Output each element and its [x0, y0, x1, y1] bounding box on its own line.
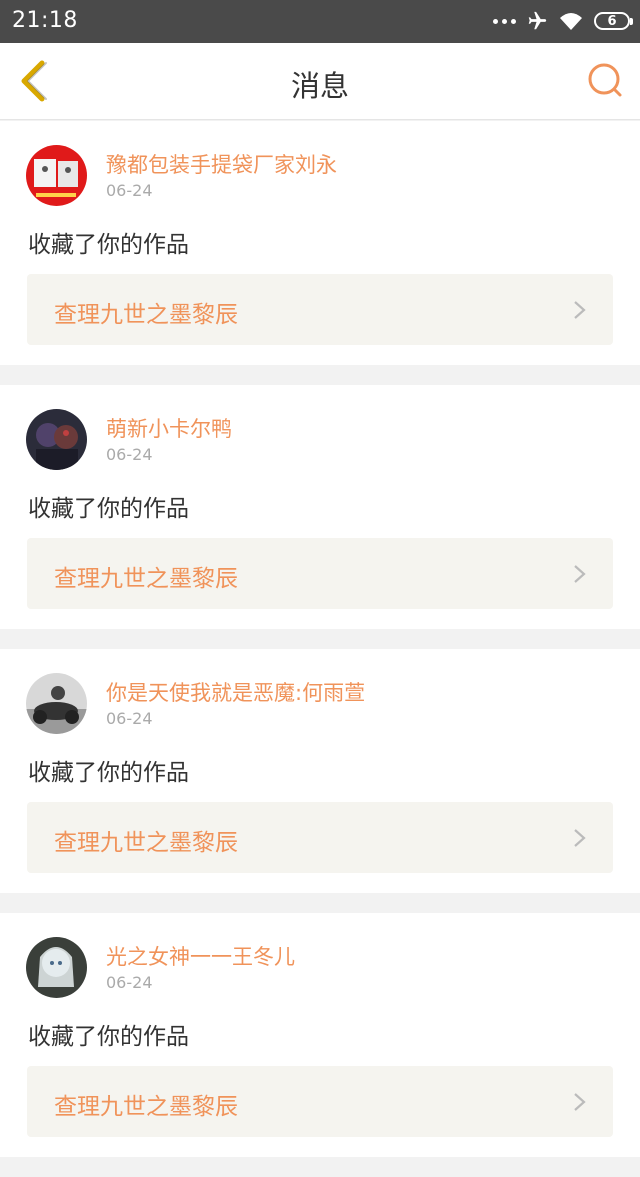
message-date: 06-24: [106, 709, 153, 728]
sender-name[interactable]: 你是天使我就是恶魔:何雨萱: [106, 677, 365, 707]
message-date: 06-24: [106, 973, 153, 992]
header: 消息: [0, 43, 640, 120]
message-action: 收藏了你的作品: [28, 496, 189, 522]
sender-name[interactable]: 萌新小卡尔鸭: [106, 413, 232, 443]
work-title: 查理九世之墨黎辰: [54, 830, 238, 856]
chevron-right-icon: [574, 565, 586, 583]
avatar[interactable]: [26, 145, 87, 206]
message-action: 收藏了你的作品: [28, 1024, 189, 1050]
chevron-right-icon: [574, 301, 586, 319]
battery-icon: 6: [594, 12, 633, 30]
message-card: 你是天使我就是恶魔:何雨萱 06-24 收藏了你的作品 查理九世之墨黎辰: [0, 649, 640, 893]
work-link[interactable]: 查理九世之墨黎辰: [27, 802, 613, 873]
sender-name[interactable]: 光之女神一一王冬儿: [106, 941, 295, 971]
avatar[interactable]: [26, 409, 87, 470]
status-icons: 6: [493, 9, 633, 33]
message-date: 06-24: [106, 445, 153, 464]
airplane-icon: [528, 11, 547, 30]
chevron-right-icon: [574, 1093, 586, 1111]
page-title: 消息: [290, 69, 349, 103]
avatar[interactable]: [26, 937, 87, 998]
avatar[interactable]: [26, 673, 87, 734]
sender-name[interactable]: 豫都包装手提袋厂家刘永: [106, 149, 337, 179]
chevron-right-icon: [574, 829, 586, 847]
work-link[interactable]: 查理九世之墨黎辰: [27, 274, 613, 345]
work-title: 查理九世之墨黎辰: [54, 1094, 238, 1120]
wifi-icon: [560, 13, 582, 30]
message-action: 收藏了你的作品: [28, 760, 189, 786]
more-dots-icon: [493, 18, 516, 24]
work-link[interactable]: 查理九世之墨黎辰: [27, 538, 613, 609]
status-bar: 21:18 6: [0, 0, 640, 43]
message-action: 收藏了你的作品: [28, 232, 189, 258]
message-card: 萌新小卡尔鸭 06-24 收藏了你的作品 查理九世之墨黎辰: [0, 385, 640, 629]
message-date: 06-24: [106, 181, 153, 200]
work-title: 查理九世之墨黎辰: [54, 566, 238, 592]
message-list: 豫都包装手提袋厂家刘永 06-24 收藏了你的作品 查理九世之墨黎辰 萌新小卡尔…: [0, 121, 640, 1177]
status-time: 21:18: [12, 8, 78, 33]
search-icon[interactable]: [586, 61, 626, 101]
work-link[interactable]: 查理九世之墨黎辰: [27, 1066, 613, 1137]
battery-level: 6: [607, 13, 617, 29]
message-card: 豫都包装手提袋厂家刘永 06-24 收藏了你的作品 查理九世之墨黎辰: [0, 121, 640, 365]
work-title: 查理九世之墨黎辰: [54, 302, 238, 328]
message-card: 光之女神一一王冬儿 06-24 收藏了你的作品 查理九世之墨黎辰: [0, 913, 640, 1157]
